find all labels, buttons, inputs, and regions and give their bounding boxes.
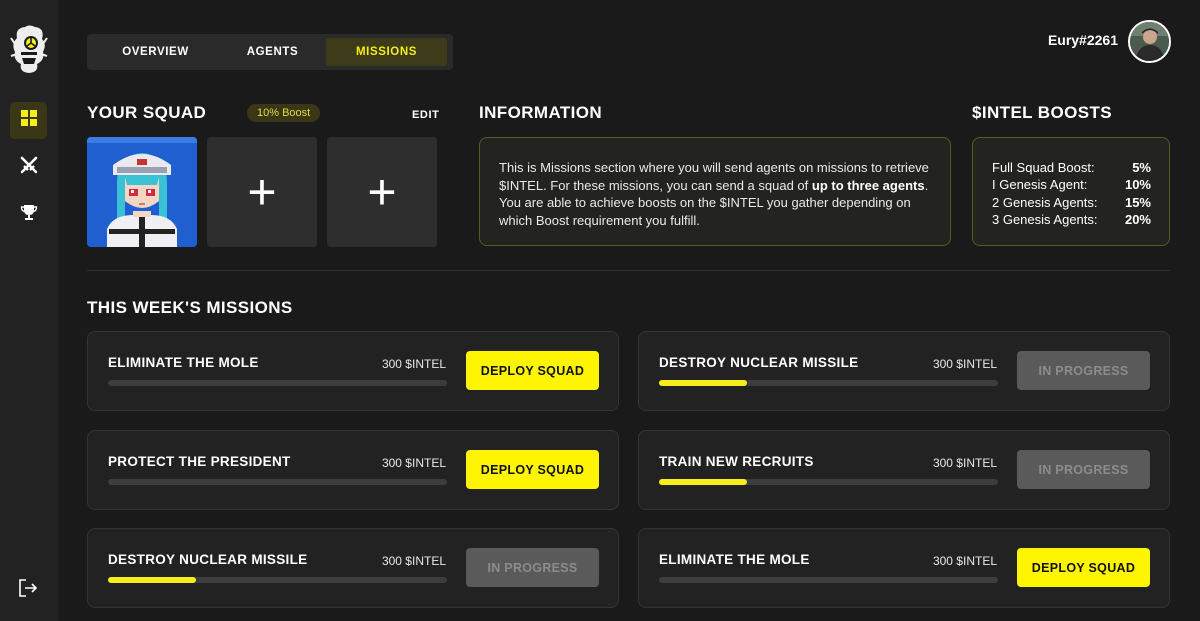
mission-reward: 300 $INTEL	[381, 456, 446, 470]
mission-action-button[interactable]: DEPLOY SQUAD	[1017, 548, 1150, 587]
mission-card: PROTECT THE PRESIDENT 300 $INTEL DEPLOY …	[87, 430, 619, 510]
trophy-icon	[20, 203, 38, 226]
logout-button[interactable]	[17, 577, 39, 599]
mission-card: TRAIN NEW RECRUITS 300 $INTEL IN PROGRES…	[638, 430, 1170, 510]
squad-title: YOUR SQUAD	[87, 103, 207, 122]
information-highlight: up to three agents	[811, 177, 925, 193]
avatar[interactable]	[1128, 20, 1171, 63]
boost-row: 2 Genesis Agents: 15%	[992, 194, 1151, 211]
boosts-panel: Full Squad Boost: 5% I Genesis Agent: 10…	[972, 137, 1170, 246]
boosts-title: $INTEL BOOSTS	[972, 103, 1112, 122]
mission-title: PROTECT THE PRESIDENT	[108, 454, 291, 469]
boost-label: 3 Genesis Agents:	[992, 211, 1098, 227]
boost-value: 20%	[1124, 211, 1151, 227]
mission-action-button[interactable]: IN PROGRESS	[1017, 450, 1150, 489]
boost-row: I Genesis Agent: 10%	[992, 176, 1151, 193]
nav-missions[interactable]	[10, 149, 47, 186]
mission-title: TRAIN NEW RECRUITS	[659, 454, 814, 469]
nav-dashboard[interactable]	[10, 102, 47, 139]
boost-label: Full Squad Boost:	[992, 160, 1095, 175]
boost-value: 10%	[1124, 177, 1151, 193]
mission-progress-bar	[659, 380, 998, 386]
mission-reward: 300 $INTEL	[932, 456, 997, 470]
mission-progress-bar	[108, 577, 447, 583]
mission-action-button[interactable]: DEPLOY SQUAD	[466, 450, 599, 489]
mission-reward: 300 $INTEL	[932, 554, 997, 568]
mission-progress-bar	[659, 479, 998, 485]
mission-action-button[interactable]: DEPLOY SQUAD	[466, 351, 599, 390]
sidebar	[0, 0, 58, 621]
mission-card: DESTROY NUCLEAR MISSILE 300 $INTEL IN PR…	[87, 528, 619, 608]
logout-icon	[17, 579, 39, 603]
boost-value: 5%	[1132, 160, 1151, 175]
squad-slot-1[interactable]	[87, 137, 197, 247]
boost-label: I Genesis Agent:	[992, 177, 1088, 193]
mission-card: ELIMINATE THE MOLE 300 $INTEL DEPLOY SQU…	[87, 331, 619, 411]
boost-row: 3 Genesis Agents: 20%	[992, 211, 1151, 228]
tab-agents[interactable]: AGENTS	[220, 38, 325, 66]
mission-progress-bar	[108, 380, 447, 386]
mission-reward: 300 $INTEL	[932, 357, 997, 371]
mission-title: DESTROY NUCLEAR MISSILE	[659, 355, 859, 370]
nav-leaderboard[interactable]	[10, 196, 47, 233]
tab-missions[interactable]: MISSIONS	[326, 38, 447, 66]
mission-progress-fill	[659, 479, 748, 485]
section-divider	[87, 270, 1170, 271]
tab-bar: OVERVIEW AGENTS MISSIONS	[87, 34, 453, 70]
add-agent-icon: +	[247, 164, 277, 220]
mission-title: ELIMINATE THE MOLE	[108, 355, 259, 370]
agent-portrait	[87, 137, 197, 247]
boost-label: 2 Genesis Agents:	[992, 194, 1098, 210]
information-title: INFORMATION	[479, 103, 603, 122]
edit-squad-button[interactable]: EDIT	[412, 109, 439, 121]
tab-overview[interactable]: OVERVIEW	[91, 38, 220, 66]
add-agent-icon: +	[367, 164, 397, 220]
missions-title: THIS WEEK'S MISSIONS	[87, 298, 293, 317]
swords-icon	[19, 155, 39, 180]
squad-boost-badge: 10% Boost	[247, 104, 321, 122]
mission-progress-bar	[108, 479, 447, 485]
mission-action-button[interactable]: IN PROGRESS	[1017, 351, 1150, 390]
username[interactable]: Eury#2261	[1048, 32, 1118, 48]
mission-progress-fill	[108, 577, 197, 583]
squad-slot-2[interactable]: +	[207, 137, 317, 247]
boost-value: 15%	[1124, 194, 1151, 210]
mission-reward: 300 $INTEL	[381, 554, 446, 568]
mission-progress-bar	[659, 577, 998, 583]
mission-title: ELIMINATE THE MOLE	[659, 552, 810, 567]
mission-title: DESTROY NUCLEAR MISSILE	[108, 552, 308, 567]
squad-slot-3[interactable]: +	[327, 137, 437, 247]
mission-card: DESTROY NUCLEAR MISSILE 300 $INTEL IN PR…	[638, 331, 1170, 411]
dashboard-icon	[20, 109, 38, 132]
mission-progress-fill	[659, 380, 748, 386]
boost-row: Full Squad Boost: 5%	[992, 159, 1151, 176]
mission-action-button[interactable]: IN PROGRESS	[466, 548, 599, 587]
mission-reward: 300 $INTEL	[381, 357, 446, 371]
mission-card: ELIMINATE THE MOLE 300 $INTEL DEPLOY SQU…	[638, 528, 1170, 608]
information-panel: This is Missions section where you will …	[479, 137, 951, 246]
logo-icon[interactable]	[9, 24, 49, 76]
